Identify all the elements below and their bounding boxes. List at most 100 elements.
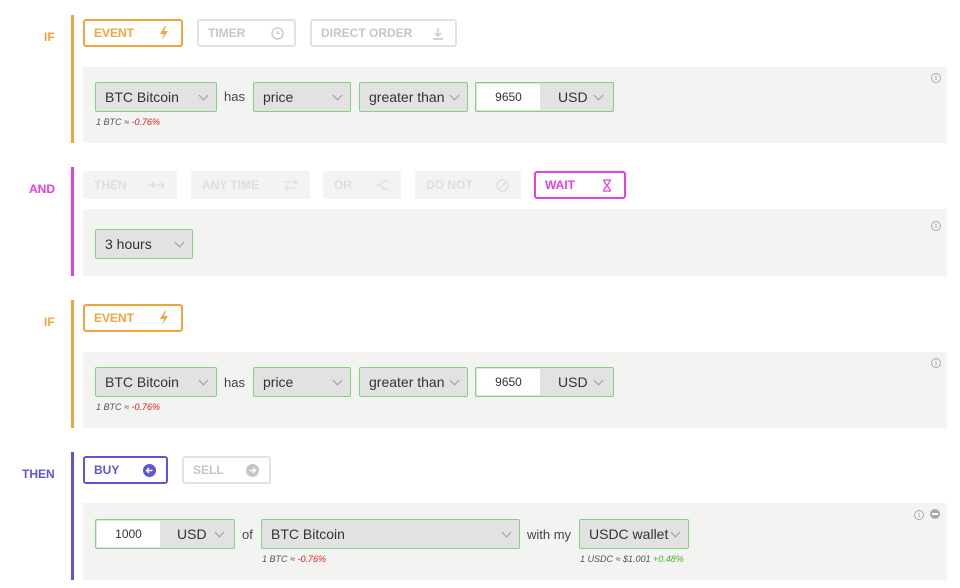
wallet-rate-prefix: 1 USDC ≈ $1.001 — [580, 554, 651, 564]
tab-any-time[interactable]: ANY TIME — [191, 171, 310, 199]
arrow-circle-left-icon — [142, 463, 156, 477]
asset-select-value: BTC Bitcoin — [105, 374, 179, 390]
swap-arrows-icon — [284, 178, 298, 192]
comparator-select-value: greater than — [369, 374, 445, 390]
field-select[interactable]: price — [253, 367, 351, 397]
section-label-if: IF — [44, 30, 55, 44]
tab-do-not-label: DO NOT — [426, 178, 473, 192]
chevron-down-icon — [593, 375, 604, 386]
tab-event-label: EVENT — [94, 26, 135, 40]
asset-select-value: BTC Bitcoin — [105, 89, 179, 105]
wait-panel: i — [83, 209, 947, 276]
tab-any-time-label: ANY TIME — [202, 178, 260, 192]
chevron-down-icon — [174, 237, 185, 248]
chevron-down-icon — [198, 90, 209, 101]
field-select-value: price — [263, 374, 294, 390]
has-label: has — [224, 375, 245, 390]
asset-rate-change: -0.76% — [297, 554, 326, 564]
chevron-down-icon — [214, 527, 225, 538]
wallet-rate: 1 USDC ≈ $1.001 +0.48% — [580, 554, 684, 564]
asset-rate-change: -0.76% — [131, 117, 160, 127]
asset-rate: 1 BTC ≈ -0.76% — [96, 402, 160, 412]
currency-select[interactable]: USD — [558, 83, 588, 111]
asset-select[interactable]: BTC Bitcoin — [95, 82, 217, 112]
tab-buy[interactable]: BUY — [83, 456, 168, 484]
tab-do-not[interactable]: DO NOT — [415, 171, 521, 199]
field-select-value: price — [263, 89, 294, 105]
amount-currency-field: 9650 USD — [475, 367, 614, 397]
buy-amount-field: 1000 USD — [95, 519, 235, 549]
tab-timer[interactable]: TIMER — [197, 19, 296, 47]
lightning-icon — [157, 26, 171, 40]
then-bar — [71, 452, 74, 580]
wallet-rate-change: +0.48% — [653, 554, 684, 564]
if-bar — [71, 300, 74, 428]
asset-rate-change: -0.76% — [131, 402, 160, 412]
hourglass-icon — [600, 178, 614, 192]
chevron-down-icon — [670, 527, 681, 538]
tab-direct-order-label: DIRECT ORDER — [321, 26, 413, 40]
section-label-then: THEN — [22, 467, 55, 481]
comparator-select[interactable]: greater than — [359, 82, 468, 112]
tab-direct-order[interactable]: DIRECT ORDER — [310, 19, 457, 47]
info-icon[interactable]: i — [914, 510, 924, 520]
tab-or-label: OR — [334, 178, 352, 192]
tab-event-label: EVENT — [94, 311, 135, 325]
asset-rate: 1 BTC ≈ -0.76% — [96, 117, 160, 127]
duration-select[interactable]: 3 hours — [95, 229, 193, 259]
and-bar — [71, 167, 74, 276]
tab-or[interactable]: OR — [323, 171, 401, 199]
tab-then[interactable]: THEN — [83, 171, 177, 199]
with-my-label: with my — [527, 527, 572, 542]
tab-wait[interactable]: WAIT — [534, 171, 626, 199]
asset-rate-prefix: 1 BTC ≈ — [96, 402, 129, 412]
info-icon[interactable]: i — [931, 358, 941, 368]
tab-sell[interactable]: SELL — [182, 456, 271, 484]
field-select[interactable]: price — [253, 82, 351, 112]
amount-currency-field: 9650 USD — [475, 82, 614, 112]
target-asset-select[interactable]: BTC Bitcoin — [261, 519, 520, 549]
tab-event[interactable]: EVENT — [83, 19, 183, 47]
asset-rate: 1 BTC ≈ -0.76% — [262, 554, 326, 564]
arrow-circle-right-icon — [245, 463, 259, 477]
duration-select-value: 3 hours — [105, 236, 152, 252]
buy-currency-select[interactable]: USD — [177, 520, 207, 548]
asset-rate-prefix: 1 BTC ≈ — [96, 117, 129, 127]
asset-select[interactable]: BTC Bitcoin — [95, 367, 217, 397]
currency-select[interactable]: USD — [558, 368, 588, 396]
chevron-down-icon — [449, 375, 460, 386]
double-arrow-icon — [147, 178, 165, 192]
tab-sell-label: SELL — [193, 463, 224, 477]
lightning-icon — [157, 311, 171, 325]
tab-event[interactable]: EVENT — [83, 304, 183, 332]
of-label: of — [242, 527, 253, 542]
target-asset-select-value: BTC Bitcoin — [271, 526, 345, 542]
amount-input[interactable]: 9650 — [477, 84, 540, 110]
chevron-down-icon — [593, 90, 604, 101]
chevron-down-icon — [449, 90, 460, 101]
comparator-select-value: greater than — [369, 89, 445, 105]
asset-rate-prefix: 1 BTC ≈ — [262, 554, 295, 564]
has-label: has — [224, 89, 245, 104]
comparator-select[interactable]: greater than — [359, 367, 468, 397]
minus-circle-icon[interactable] — [930, 509, 940, 519]
wallet-select[interactable]: USDC wallet — [579, 519, 689, 549]
split-icon — [375, 178, 389, 192]
tab-timer-label: TIMER — [208, 26, 246, 40]
section-label-if: IF — [44, 315, 55, 329]
chevron-down-icon — [332, 90, 343, 101]
clock-icon — [270, 26, 284, 40]
info-icon[interactable]: i — [931, 73, 941, 83]
chevron-down-icon — [332, 375, 343, 386]
tab-buy-label: BUY — [94, 463, 120, 477]
tab-wait-label: WAIT — [545, 178, 575, 192]
buy-amount-input[interactable]: 1000 — [97, 521, 160, 547]
info-icon[interactable]: i — [931, 221, 941, 231]
chevron-down-icon — [501, 527, 512, 538]
amount-input[interactable]: 9650 — [477, 369, 540, 395]
if-bar — [71, 15, 74, 143]
prohibited-icon — [495, 178, 509, 192]
download-arrow-icon — [431, 26, 445, 40]
tab-then-label: THEN — [94, 178, 127, 192]
section-label-and: AND — [29, 182, 55, 196]
